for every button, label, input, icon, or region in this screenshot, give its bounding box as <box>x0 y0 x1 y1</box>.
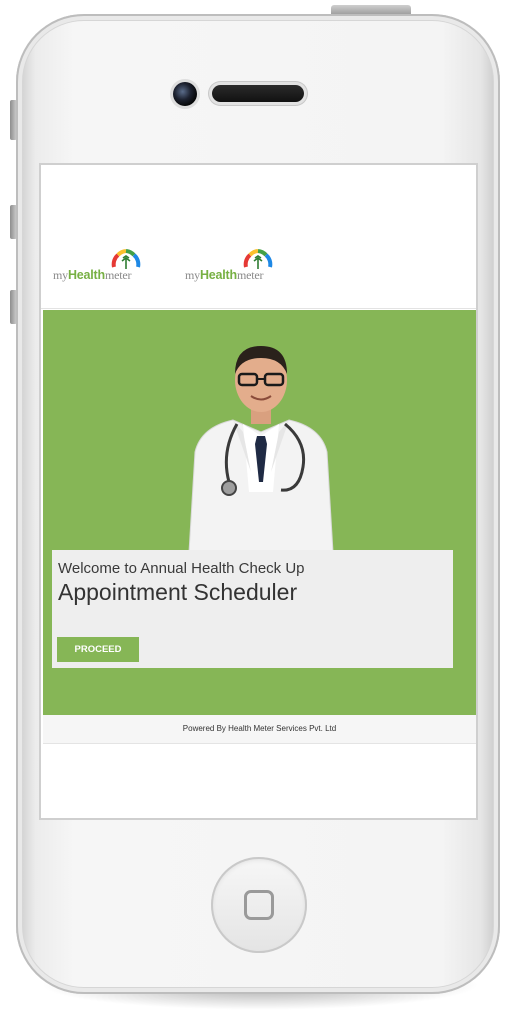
home-square-glyph <box>244 890 274 920</box>
welcome-card: Welcome to Annual Health Check Up Appoin… <box>52 550 453 668</box>
camera-icon <box>173 82 197 106</box>
page-title: Appointment Scheduler <box>58 579 298 605</box>
logo-left: myHealthmeter <box>53 245 163 285</box>
welcome-subtitle: Welcome to Annual Health Check Up <box>58 560 305 577</box>
stage: myHealthmeter myHealthmeter Welcome to A… <box>0 0 517 1023</box>
footer: Powered By Health Meter Services Pvt. Lt… <box>43 715 476 744</box>
doctor-image <box>188 346 334 552</box>
logo-wordmark: myHealthmeter <box>185 268 264 282</box>
speaker-icon <box>212 85 304 102</box>
phone-screen: myHealthmeter myHealthmeter Welcome to A… <box>39 163 478 820</box>
hero-banner: Welcome to Annual Health Check Up Appoin… <box>43 310 476 715</box>
app-header: myHealthmeter myHealthmeter <box>41 165 476 309</box>
home-button-icon <box>211 857 307 953</box>
logo-wordmark: myHealthmeter <box>53 268 132 282</box>
logo-right: myHealthmeter <box>185 245 295 285</box>
proceed-button[interactable]: PROCEED <box>57 637 139 662</box>
